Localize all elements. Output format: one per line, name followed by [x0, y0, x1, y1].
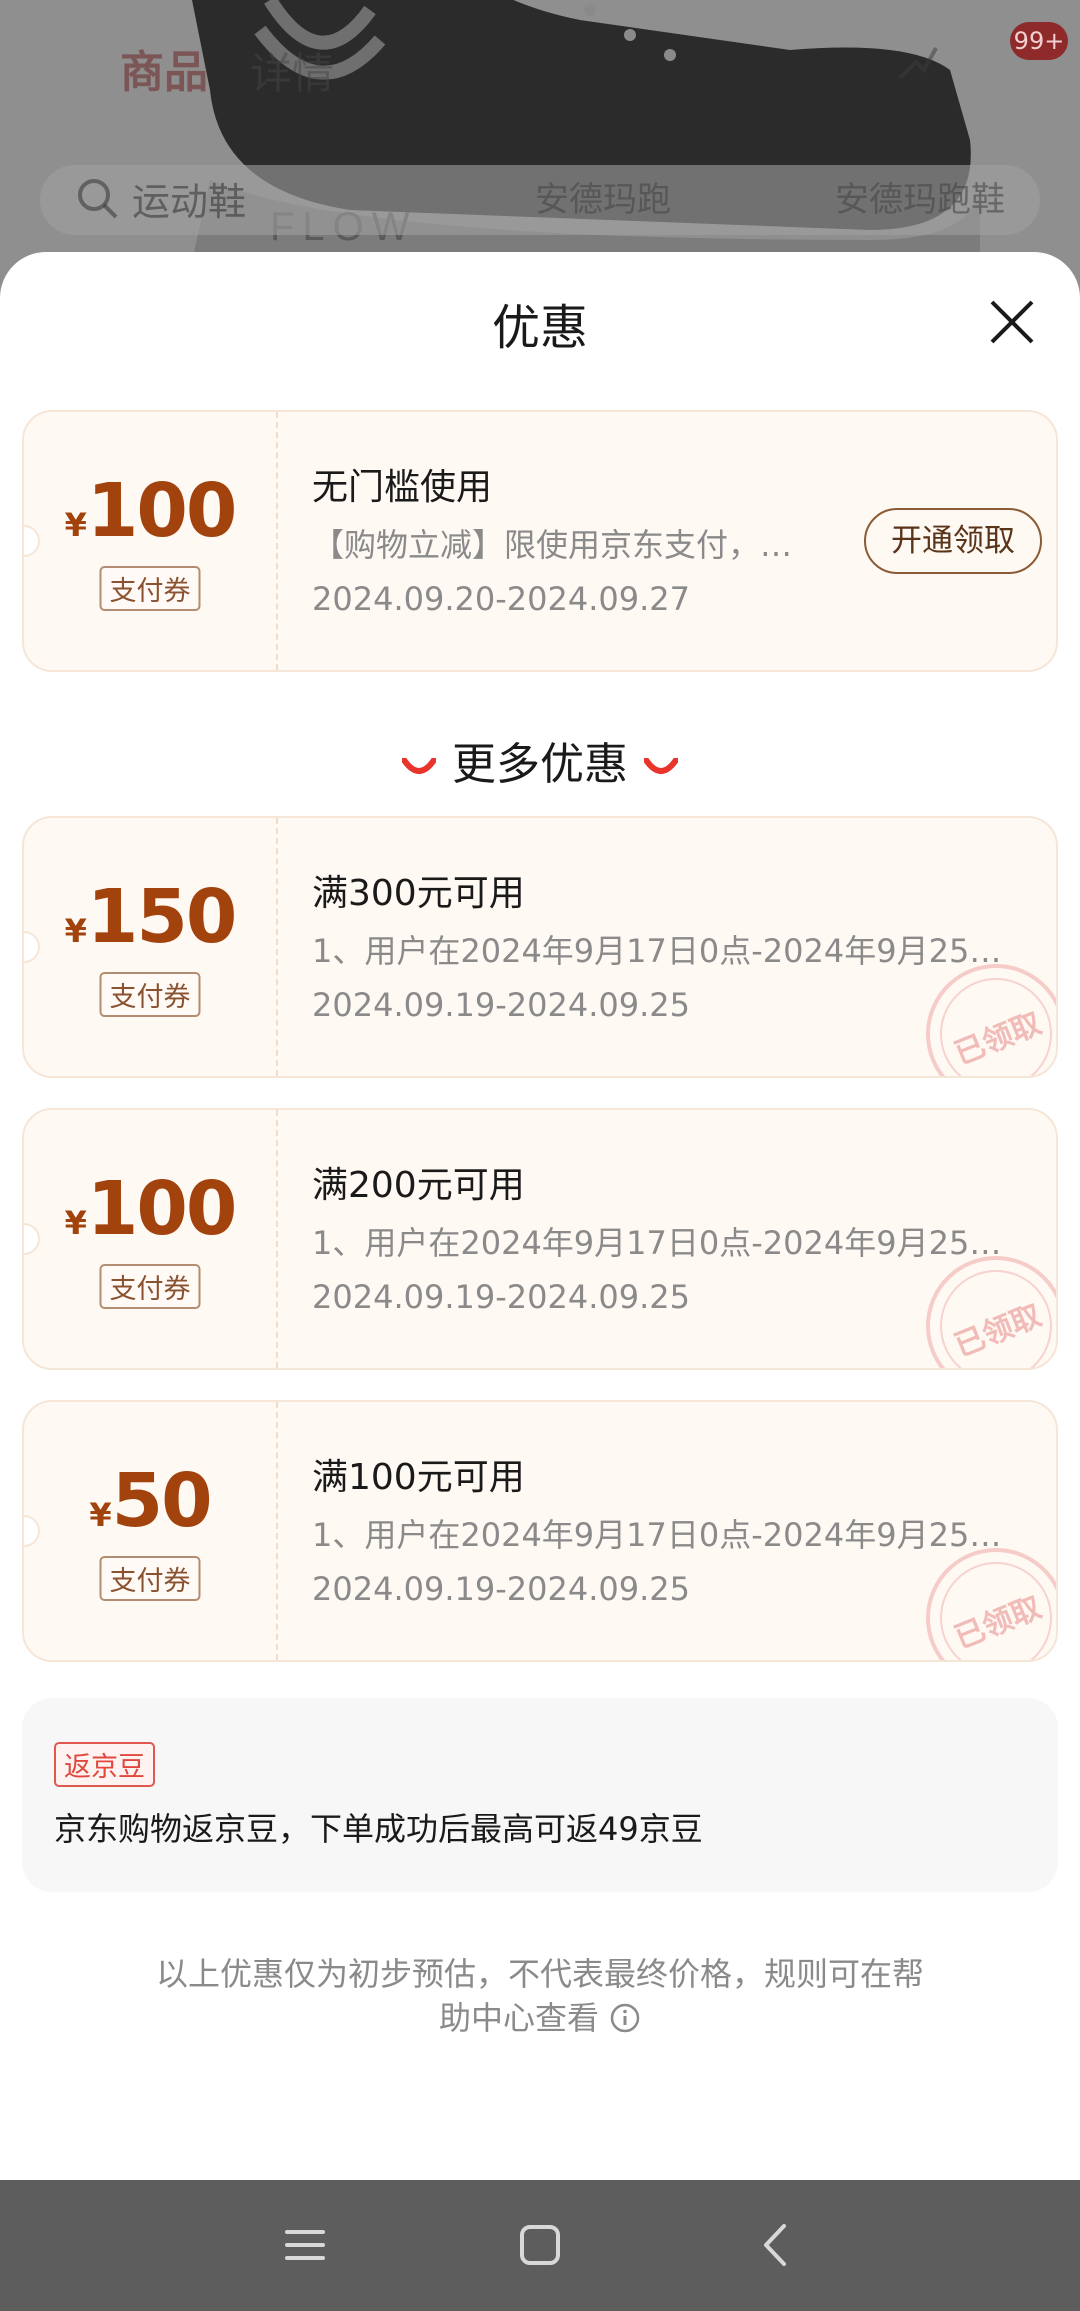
background-hot-word-2: 安德玛跑鞋	[835, 180, 1005, 220]
cart-badge: 99+	[1010, 22, 1068, 60]
claimed-stamp-text: 已领取	[949, 1298, 1047, 1365]
offers-sheet: 优惠 ¥100 支付券 无门槛使用 【购物立减】限使用京东支付，单笔订单满100…	[0, 252, 1080, 2180]
coupon-amount-value: 50	[111, 1458, 213, 1544]
background-hot-word-1: 安德玛跑	[535, 180, 671, 220]
jd-beans-text: 京东购物返京豆，下单成功后最高可返49京豆	[54, 1810, 703, 1848]
claimed-stamp-text: 已领取	[949, 1590, 1047, 1657]
coupon-amount-value: 100	[86, 468, 237, 554]
currency-symbol: ¥	[64, 506, 87, 544]
coupon-validity: 2024.09.19-2024.09.25	[312, 1570, 690, 1608]
coupon-divider	[276, 412, 278, 670]
coupon-card: ¥100 支付券 满200元可用 1、用户在2024年9月17日0点-2024年…	[22, 1108, 1058, 1370]
coupon-validity: 2024.09.19-2024.09.25	[312, 1278, 690, 1316]
coupon-value-panel: ¥100 支付券	[24, 412, 276, 670]
tab-detail: 详情	[250, 49, 335, 98]
sheet-title: 优惠	[491, 300, 588, 356]
coupon-amount: ¥50	[24, 1458, 276, 1544]
home-icon[interactable]	[505, 2210, 575, 2280]
coupon-validity: 2024.09.19-2024.09.25	[312, 986, 690, 1024]
coupon-description: 1、用户在2024年9月17日0点-2024年9月25日23点59分59秒	[312, 1224, 1032, 1262]
coupon-type-tag: 支付券	[99, 1556, 201, 1601]
jd-beans-tag: 返京豆	[54, 1742, 155, 1787]
coupon-description: 1、用户在2024年9月17日0点-2024年9月25日23点59分59秒	[312, 1516, 1032, 1554]
disclaimer-line-2-wrap: 助中心查看	[0, 1996, 1080, 2040]
back-icon[interactable]	[740, 2210, 810, 2280]
currency-symbol: ¥	[64, 1204, 87, 1242]
disclaimer-line-2: 助中心查看	[438, 1999, 599, 2037]
coupon-title: 满100元可用	[312, 1457, 525, 1498]
currency-symbol: ¥	[89, 1496, 112, 1534]
jd-beans-panel: 返京豆 京东购物返京豆，下单成功后最高可返49京豆	[22, 1698, 1058, 1892]
system-navigation-bar	[0, 2180, 1080, 2311]
coupon-card-no-threshold: ¥100 支付券 无门槛使用 【购物立减】限使用京东支付，单笔订单满100元可用…	[22, 410, 1058, 672]
disclaimer: 以上优惠仅为初步预估，不代表最终价格，规则可在帮 助中心查看	[0, 1952, 1080, 2040]
smile-icon	[644, 758, 678, 774]
coupon-divider	[276, 1110, 278, 1368]
coupon-title: 满200元可用	[312, 1165, 525, 1206]
more-offers-header: 更多优惠	[0, 728, 1080, 792]
claim-coupon-button[interactable]: 开通领取	[864, 508, 1042, 574]
share-icon	[898, 47, 938, 80]
search-icon	[78, 179, 118, 219]
coupon-amount: ¥100	[24, 1166, 276, 1252]
coupon-amount-value: 100	[86, 1166, 237, 1252]
coupon-title: 满300元可用	[312, 873, 525, 914]
smile-icon	[402, 758, 436, 774]
coupon-validity: 2024.09.20-2024.09.27	[312, 580, 690, 618]
coupon-amount-value: 150	[86, 874, 237, 960]
disclaimer-line-1: 以上优惠仅为初步预估，不代表最终价格，规则可在帮	[155, 1955, 924, 1993]
more-offers-title: 更多优惠	[452, 739, 628, 790]
info-icon[interactable]	[609, 2002, 641, 2034]
coupon-type-tag: 支付券	[99, 1264, 201, 1309]
coupon-card: ¥150 支付券 满300元可用 1、用户在2024年9月17日0点-2024年…	[22, 816, 1058, 1078]
coupon-type-tag: 支付券	[99, 972, 201, 1017]
coupon-value-panel: ¥50 支付券	[24, 1402, 276, 1660]
coupon-amount: ¥150	[24, 874, 276, 960]
coupon-divider	[276, 1402, 278, 1660]
tab-product: 商品	[120, 47, 208, 98]
coupon-amount: ¥100	[24, 468, 276, 554]
menu-icon[interactable]	[270, 2210, 340, 2280]
coupon-value-panel: ¥150 支付券	[24, 818, 276, 1076]
close-icon[interactable]	[982, 292, 1042, 352]
coupon-description: 【购物立减】限使用京东支付，单笔订单满100元可用	[312, 526, 812, 564]
currency-symbol: ¥	[64, 912, 87, 950]
coupon-description: 1、用户在2024年9月17日0点-2024年9月25日23点59分59秒	[312, 932, 1032, 970]
coupon-card: ¥50 支付券 满100元可用 1、用户在2024年9月17日0点-2024年9…	[22, 1400, 1058, 1662]
background-search-text: 运动鞋	[132, 180, 247, 224]
coupon-type-tag: 支付券	[99, 566, 201, 611]
coupon-value-panel: ¥100 支付券	[24, 1110, 276, 1368]
coupon-divider	[276, 818, 278, 1076]
coupon-title: 无门槛使用	[312, 467, 493, 508]
claimed-stamp-text: 已领取	[949, 1006, 1047, 1073]
